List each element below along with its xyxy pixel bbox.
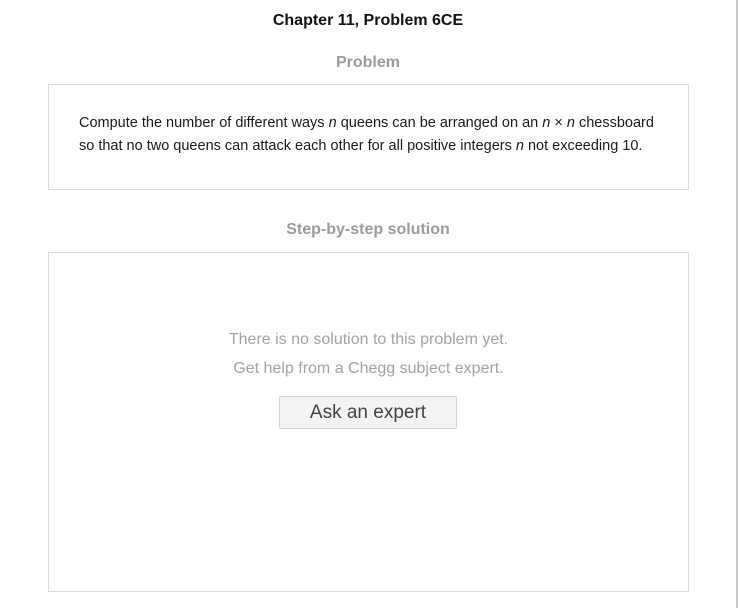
problem-text-segment: chessboard xyxy=(574,115,654,131)
solution-heading: Step-by-step solution xyxy=(286,221,450,238)
problem-text-segment: queens can be arranged on an xyxy=(336,115,543,131)
problem-panel: Compute the number of different ways n q… xyxy=(48,84,689,190)
problem-text-segment: Compute the number of different ways xyxy=(79,115,329,131)
problem-variable-n: n xyxy=(328,115,337,131)
problem-text-segment: not exceeding 10. xyxy=(523,138,643,154)
problem-heading: Problem xyxy=(335,54,400,71)
expert-help-message: Get help from a Chegg subject expert. xyxy=(233,360,504,377)
solution-page: Chapter 11, Problem 6CE Problem Compute … xyxy=(0,0,738,608)
chapter-title: Chapter 11, Problem 6CE xyxy=(272,12,464,29)
no-solution-message: There is no solution to this problem yet… xyxy=(228,331,509,348)
problem-statement: Compute the number of different ways n q… xyxy=(79,112,659,158)
ask-expert-button[interactable]: Ask an expert xyxy=(279,396,457,429)
solution-panel: There is no solution to this problem yet… xyxy=(48,252,689,592)
problem-variable-n: n xyxy=(566,115,575,131)
problem-text-segment: so that no two queens can attack each ot… xyxy=(79,138,516,154)
times-sign: × xyxy=(550,115,567,131)
problem-variable-n: n xyxy=(515,138,524,154)
